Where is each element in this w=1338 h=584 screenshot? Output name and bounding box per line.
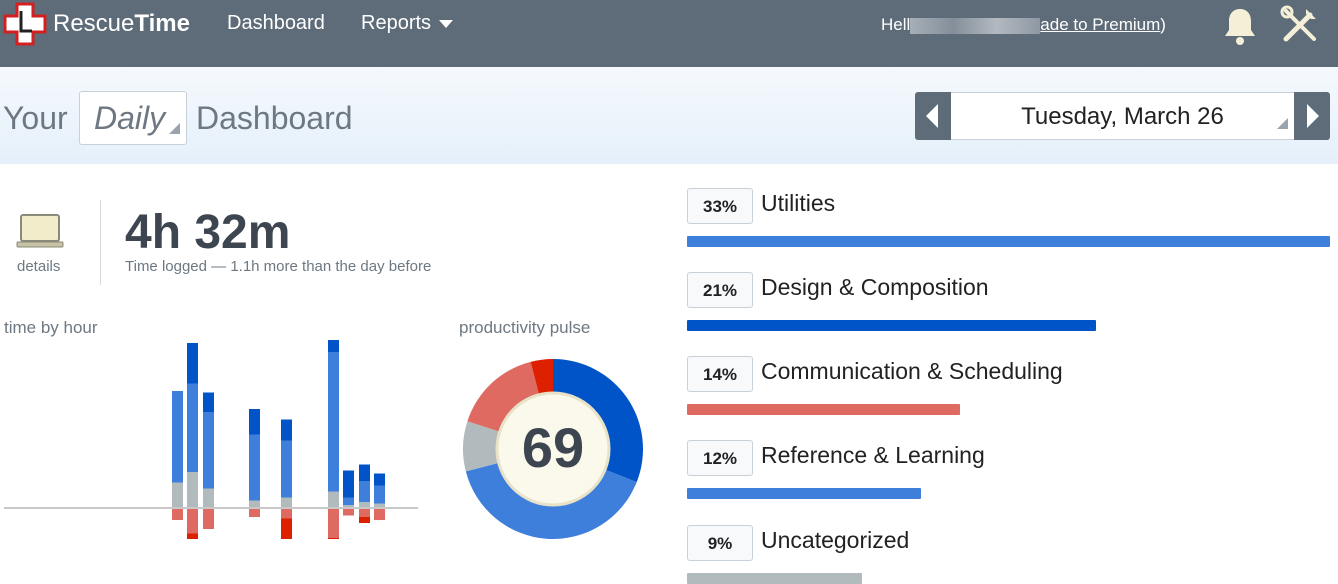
period-select[interactable]: Daily: [79, 91, 187, 145]
date-select[interactable]: Tuesday, March 26: [951, 92, 1294, 140]
divider: [100, 200, 101, 285]
time-logged-subtitle: Time logged — 1.1h more than the day bef…: [125, 258, 432, 275]
hour-bar-segment[interactable]: [281, 508, 292, 519]
nav-reports[interactable]: Reports: [361, 12, 454, 35]
category-name[interactable]: Design & Composition: [761, 274, 989, 301]
hour-bar-segment[interactable]: [187, 533, 198, 540]
greeting-suffix: ): [1160, 15, 1166, 34]
hour-bar-segment[interactable]: [374, 473, 385, 486]
category-bar: [687, 488, 921, 499]
time-by-hour-chart[interactable]: [0, 340, 420, 539]
dashboard-header: Your Daily Dashboard Tuesday, March 26: [0, 67, 1338, 164]
greeting-prefix: Hell: [881, 15, 911, 34]
hour-bar-segment[interactable]: [203, 392, 214, 413]
hour-bar-segment[interactable]: [203, 412, 214, 489]
hour-bar-segment[interactable]: [249, 434, 260, 501]
brand-name: RescueTime: [53, 10, 190, 37]
category-name[interactable]: Communication & Scheduling: [761, 358, 1063, 385]
nav-reports-label: Reports: [361, 12, 432, 34]
category-bar: [687, 404, 960, 415]
category-name[interactable]: Uncategorized: [761, 527, 909, 554]
tools-icon[interactable]: [1280, 5, 1320, 45]
hour-bar-segment[interactable]: [359, 481, 370, 502]
category-percent: 21%: [687, 272, 753, 308]
details-link[interactable]: details: [17, 258, 60, 275]
category-name[interactable]: Reference & Learning: [761, 442, 985, 469]
hour-bar-segment[interactable]: [172, 391, 183, 483]
bell-icon[interactable]: [1222, 6, 1258, 46]
next-day-button[interactable]: [1294, 92, 1330, 140]
hour-bar-segment[interactable]: [187, 472, 198, 508]
time-by-hour-label: time by hour: [4, 318, 98, 337]
chevron-down-icon: [439, 19, 454, 28]
redacted-username: [910, 17, 1041, 34]
laptop-icon[interactable]: [16, 213, 64, 249]
hour-bar-segment[interactable]: [359, 517, 370, 523]
hour-bar-segment[interactable]: [281, 497, 292, 509]
hour-bar-segment[interactable]: [374, 485, 385, 504]
hour-bar-segment[interactable]: [328, 340, 339, 352]
hour-bar-segment[interactable]: [343, 497, 354, 506]
productivity-pulse-score: 69: [521, 416, 585, 479]
logo-cross-icon: [3, 2, 47, 46]
hour-bar-segment[interactable]: [187, 508, 198, 534]
dropdown-corner-icon: [169, 123, 180, 134]
hour-bar-segment[interactable]: [343, 508, 354, 516]
category-bar: [687, 320, 1097, 331]
hour-bar-segment[interactable]: [172, 508, 183, 520]
hour-bar-segment[interactable]: [343, 470, 354, 498]
hour-bar-segment[interactable]: [249, 508, 260, 517]
period-select-value: Daily: [94, 100, 166, 136]
top-navigation-bar: RescueTime Dashboard Reports Hell ade to …: [0, 0, 1338, 67]
title-your: Your: [3, 100, 68, 136]
category-percent: 12%: [687, 440, 753, 476]
hour-bar-segment[interactable]: [281, 440, 292, 498]
title-dashboard: Dashboard: [196, 100, 353, 136]
hour-bar-segment[interactable]: [359, 464, 370, 482]
hour-bar-segment[interactable]: [203, 488, 214, 509]
category-percent: 14%: [687, 356, 753, 392]
hour-bar-segment[interactable]: [203, 508, 214, 529]
hour-bar-segment[interactable]: [187, 343, 198, 384]
category-bar: [687, 236, 1330, 247]
hour-bar-segment[interactable]: [281, 419, 292, 441]
category-name[interactable]: Utilities: [761, 190, 835, 217]
hour-bar-segment[interactable]: [172, 482, 183, 509]
category-bar: [687, 573, 863, 584]
previous-day-button[interactable]: [915, 92, 951, 140]
hour-bar-segment[interactable]: [187, 383, 198, 473]
upgrade-link[interactable]: ade to Premium: [1040, 15, 1160, 34]
rescuetime-logo[interactable]: RescueTime: [3, 2, 190, 46]
productivity-pulse-label: productivity pulse: [459, 318, 591, 337]
total-time-logged: 4h 32m: [125, 206, 291, 259]
nav-dashboard[interactable]: Dashboard: [227, 12, 325, 35]
user-greeting: Hell ade to Premium): [881, 15, 1166, 35]
hour-bar-segment[interactable]: [359, 508, 370, 517]
hour-bar-segment[interactable]: [374, 508, 385, 520]
category-percent: 33%: [687, 188, 753, 224]
hour-bar-segment[interactable]: [249, 500, 260, 509]
hour-bar-segment[interactable]: [281, 518, 292, 540]
hour-bar-segment[interactable]: [328, 352, 339, 492]
date-select-value: Tuesday, March 26: [1021, 103, 1224, 130]
hour-bar-segment[interactable]: [249, 409, 260, 435]
category-percent: 9%: [687, 525, 753, 561]
hour-bar-segment[interactable]: [328, 508, 339, 538]
dropdown-corner-icon: [1277, 118, 1288, 129]
hour-bar-segment[interactable]: [328, 491, 339, 509]
